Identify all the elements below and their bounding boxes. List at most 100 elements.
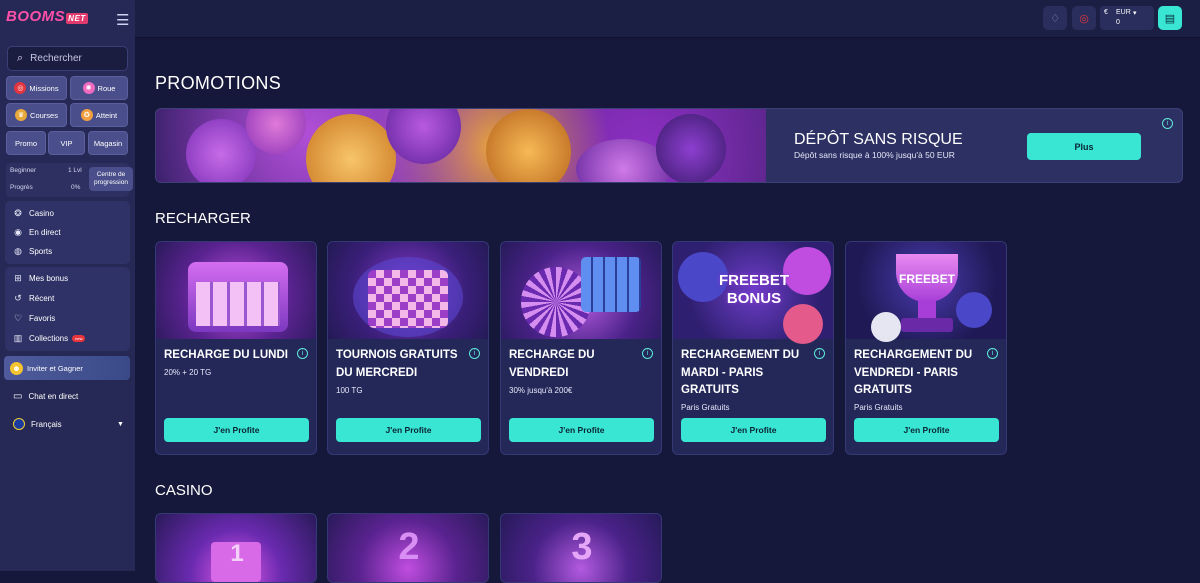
logo-text: BOOMS [6, 8, 66, 25]
banner-title: DÉPÔT SANS RISQUE [794, 131, 963, 148]
calendar-image [328, 242, 488, 339]
promo-banner[interactable]: DÉPÔT SANS RISQUE Dépôt sans risque à 10… [155, 108, 1183, 183]
casino-card[interactable]: 2 [327, 513, 489, 583]
nav-item-bonus[interactable]: ⊞ Mes bonus [12, 273, 68, 284]
book-icon: ▥ [13, 333, 23, 343]
claim-button[interactable]: J'en Profite [164, 418, 309, 442]
claim-button[interactable]: J'en Profite [509, 418, 654, 442]
info-icon[interactable]: i [469, 348, 480, 359]
vip-button[interactable]: VIP [48, 131, 85, 155]
live-icon: ◉ [14, 227, 22, 237]
progress-value: 0% [71, 184, 81, 191]
promo-button[interactable]: Promo [6, 131, 46, 155]
banner-subtitle: Dépôt sans risque à 100% jusqu'à 50 EUR [794, 150, 955, 160]
progress-center-button[interactable]: Centre de progression [89, 167, 133, 191]
promo-card[interactable]: TOURNOIS GRATUITS DU MERCREDI i 100 TG J… [327, 241, 489, 455]
progress-label: Progrès [10, 184, 33, 191]
nav-item-recent[interactable]: ↺ Récent [12, 293, 54, 304]
freebet-trophy-image: FREEBET [846, 242, 1006, 342]
card-subtitle: 100 TG [336, 386, 363, 395]
nav-item-label: Récent [29, 294, 55, 303]
atteint-button[interactable]: ✪ Atteint [70, 103, 128, 127]
promo-card[interactable]: RECHARGE DU LUNDI i 20% + 20 TG J'en Pro… [155, 241, 317, 455]
notifications-button[interactable]: ♢ [1043, 6, 1067, 30]
info-icon[interactable]: i [297, 348, 308, 359]
live-chat-button[interactable]: ▭ Chat en direct [13, 391, 78, 402]
logo-suffix: NET [66, 13, 88, 24]
plus-button[interactable]: Plus [1027, 133, 1141, 160]
casino-card[interactable]: 3 [500, 513, 662, 583]
nav-item-favoris[interactable]: ♡ Favoris [12, 313, 55, 324]
casino-card[interactable]: 1 [155, 513, 317, 583]
logo[interactable]: BOOMS NET [6, 8, 88, 25]
casino-icon: ❂ [14, 208, 22, 218]
info-icon[interactable]: i [987, 348, 998, 359]
nav-item-label: En direct [29, 228, 61, 237]
coins-image [156, 109, 766, 182]
trophy-icon: ♛ [15, 109, 28, 121]
search-placeholder: Rechercher [30, 53, 82, 64]
menu-icon[interactable]: ☰ [116, 11, 129, 29]
nav-item-en-direct[interactable]: ◉ En direct [12, 227, 61, 238]
section-title-promotions: PROMOTIONS [155, 73, 282, 93]
card-subtitle: 20% + 20 TG [164, 368, 212, 377]
search-input[interactable]: ⌕ Rechercher [7, 46, 128, 71]
gift-icon: ⊞ [14, 273, 22, 283]
card-title: RECHARGEMENT DU MARDI - PARIS GRATUITS [681, 349, 800, 396]
chat-label: Chat en direct [28, 392, 79, 401]
nav-item-label: Casino [29, 209, 54, 218]
level-panel: Beginner 1 Lvl Progrès 0% Centre de prog… [6, 163, 133, 197]
courses-button[interactable]: ♛ Courses [6, 103, 67, 127]
chevron-down-icon: ▼ [117, 421, 124, 428]
missions-top-button[interactable]: ◎ [1072, 6, 1096, 30]
target-icon: ◎ [14, 82, 27, 94]
info-icon[interactable]: i [1162, 118, 1173, 129]
art-text: BONUS [726, 290, 782, 307]
magasin-label: Magasin [93, 138, 123, 148]
promo-card[interactable]: FREEBET RECHARGEMENT DU VENDREDI - PARIS… [845, 241, 1007, 455]
smile-icon: ☻ [10, 361, 23, 375]
vip-label: VIP [60, 138, 73, 148]
history-icon: ↺ [14, 293, 22, 303]
missions-label: Missions [29, 83, 59, 93]
info-icon[interactable]: i [814, 348, 825, 359]
art-text: FREEBET [898, 272, 955, 286]
language-select[interactable]: Français [13, 418, 62, 430]
nav-item-casino[interactable]: ❂ Casino [12, 208, 54, 219]
sidebar: BOOMS NET ☰ ⌕ Rechercher ◎ Missions ✺ Roue … [0, 0, 135, 571]
claim-button[interactable]: J'en Profite [854, 418, 999, 442]
claim-button[interactable]: J'en Profite [336, 418, 481, 442]
claim-button[interactable]: J'en Profite [681, 418, 826, 442]
nav-item-sports[interactable]: ◍ Sports [12, 246, 52, 257]
art-text: 3 [571, 526, 593, 568]
invite-button[interactable]: ☻ Inviter et Gagner [4, 356, 130, 380]
ball-icon: ◍ [14, 246, 22, 256]
art-text: 1 [230, 540, 244, 567]
language-label: Français [31, 419, 62, 429]
nav-item-label: Favoris [29, 314, 56, 323]
bell-icon: ♢ [1050, 12, 1060, 25]
wallet[interactable]: € EUR ▾ 0 [1100, 6, 1154, 30]
currency-label: EUR [1116, 9, 1131, 16]
card-subtitle: 30% jusqu'à 200€ [509, 386, 573, 395]
top-bar [135, 0, 1200, 38]
deposit-button[interactable]: ▤ [1158, 6, 1182, 30]
freebet-balls-image: FREEBET BONUS [673, 242, 833, 344]
courses-label: Courses [30, 110, 58, 120]
promo-card[interactable]: RECHARGE DU VENDREDI i 30% jusqu'à 200€ … [500, 241, 662, 455]
roue-button[interactable]: ✺ Roue [70, 76, 128, 100]
chat-icon: ▭ [13, 391, 23, 402]
info-icon[interactable]: i [642, 348, 653, 359]
card-subtitle: Paris Gratuits [681, 403, 730, 412]
promo-label: Promo [14, 138, 38, 148]
magasin-button[interactable]: Magasin [88, 131, 128, 155]
missions-button[interactable]: ◎ Missions [6, 76, 67, 100]
nav-item-collections[interactable]: ▥ Collections new [12, 333, 86, 344]
art-text: 2 [398, 526, 420, 568]
promo-card[interactable]: FREEBET BONUS RECHARGEMENT DU MARDI - PA… [672, 241, 834, 455]
nav-main: ❂ Casino ◉ En direct ◍ Sports [5, 201, 130, 264]
roulette-image [501, 242, 661, 339]
target-icon: ◎ [1079, 12, 1089, 25]
heart-icon: ♡ [13, 313, 23, 323]
new-badge: new [72, 335, 86, 342]
